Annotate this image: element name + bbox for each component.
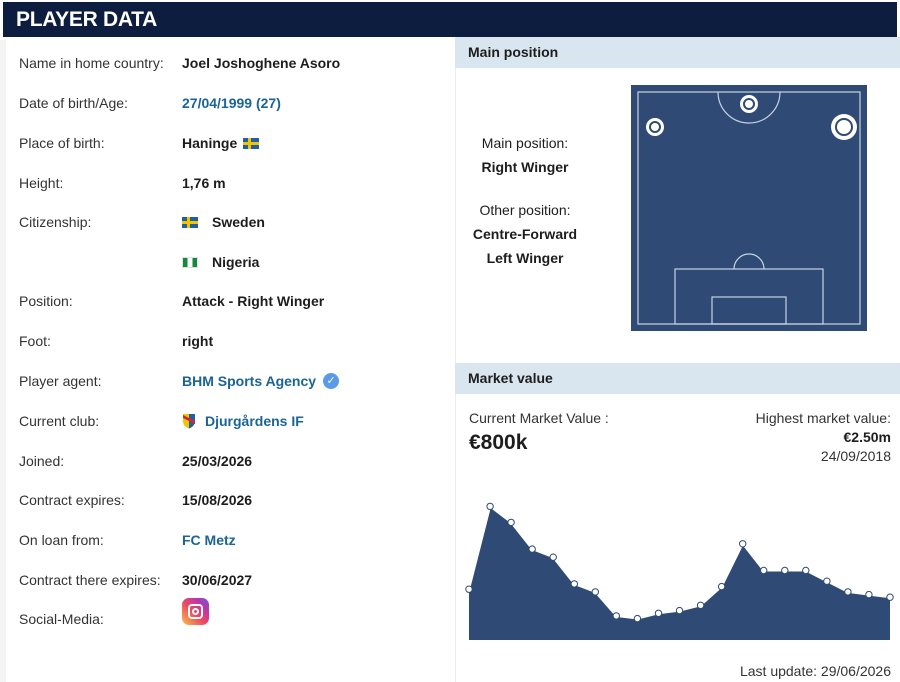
- market-value-point[interactable]: [654, 609, 663, 618]
- other-position-value-2: Left Winger: [486, 250, 564, 266]
- label-birth-place: Place of birth:: [19, 135, 105, 151]
- highest-market-value-label: Highest market value:: [755, 410, 891, 426]
- main-position-value: Right Winger: [481, 159, 569, 175]
- label-contract-there: Contract there expires:: [19, 572, 161, 588]
- sweden-flag-icon: [182, 216, 198, 228]
- djurgarden-crest-icon[interactable]: [182, 413, 196, 429]
- label-agent: Player agent:: [19, 373, 102, 389]
- value-height: 1,76 m: [182, 175, 226, 191]
- market-value-heading: Market value: [455, 363, 900, 394]
- value-citizenship-1: Sweden: [182, 212, 265, 232]
- highest-market-value-date: 24/09/2018: [820, 448, 891, 464]
- label-position: Position:: [19, 293, 73, 309]
- market-value-point[interactable]: [612, 612, 621, 620]
- value-citizenship-2: Nigeria: [182, 252, 259, 272]
- market-value-point[interactable]: [549, 553, 557, 561]
- market-value-point[interactable]: [570, 580, 579, 588]
- position-marker-left-winger: [646, 118, 664, 136]
- label-contract: Contract expires:: [19, 492, 125, 508]
- main-position-heading: Main position: [455, 37, 900, 68]
- market-value-point[interactable]: [823, 577, 831, 585]
- current-market-value-label: Current Market Value :: [469, 410, 609, 426]
- market-value-point[interactable]: [802, 566, 810, 575]
- value-home-name: Joel Joshoghene Asoro: [182, 55, 341, 71]
- label-foot: Foot:: [19, 333, 51, 349]
- market-value-point[interactable]: [486, 502, 494, 511]
- agent-link[interactable]: BHM Sports Agency: [182, 371, 316, 391]
- last-update-text: Last update: 29/06/2026: [739, 663, 891, 679]
- value-birth-date-link[interactable]: 27/04/1999 (27): [182, 93, 281, 113]
- label-social: Social-Media:: [19, 611, 104, 627]
- market-value-point[interactable]: [675, 606, 684, 615]
- market-value-point[interactable]: [760, 566, 768, 575]
- value-current-club: Djurgårdens IF: [182, 411, 304, 431]
- market-value-point[interactable]: [739, 540, 747, 548]
- verified-check-icon: ✓: [323, 373, 340, 389]
- pitch-background: [631, 85, 867, 331]
- market-value-point[interactable]: [781, 566, 789, 575]
- main-position-label: Main position:: [481, 135, 569, 151]
- label-loan: On loan from:: [19, 532, 104, 548]
- market-value-area: [469, 506, 890, 640]
- label-joined: Joined:: [19, 453, 65, 469]
- market-value-point[interactable]: [717, 582, 726, 591]
- market-value-point[interactable]: [465, 585, 473, 593]
- position-marker-right-winger: [831, 114, 857, 140]
- market-value-point[interactable]: [528, 545, 536, 553]
- current-club-link[interactable]: Djurgårdens IF: [205, 411, 304, 431]
- highest-market-value: €2.50m: [843, 429, 891, 445]
- position-marker-centre-forward: [740, 95, 758, 113]
- value-joined: 25/03/2026: [182, 453, 253, 469]
- value-birth-place: Haninge: [182, 133, 260, 153]
- citizenship-sweden: Sweden: [212, 214, 265, 230]
- market-value-point[interactable]: [696, 601, 705, 610]
- sweden-flag-icon: [243, 137, 260, 149]
- label-height: Height:: [19, 175, 64, 191]
- market-value-point[interactable]: [886, 593, 894, 601]
- value-position: Attack - Right Winger: [182, 293, 325, 309]
- nigeria-flag-icon: [182, 256, 198, 268]
- market-value-point[interactable]: [844, 588, 852, 596]
- value-agent: BHM Sports Agency ✓: [182, 371, 340, 391]
- other-position-label: Other position:: [479, 202, 571, 218]
- birth-place-text: Haninge: [182, 135, 238, 151]
- value-loan-club-link[interactable]: FC Metz: [182, 530, 236, 550]
- value-contract-there: 30/06/2027: [182, 572, 253, 588]
- market-value-point[interactable]: [633, 614, 642, 623]
- label-citizenship: Citizenship:: [19, 214, 92, 230]
- market-value-point[interactable]: [591, 588, 600, 596]
- other-position-value-1: Centre-Forward: [472, 226, 578, 242]
- label-home-name: Name in home country:: [19, 55, 164, 71]
- value-contract: 15/08/2026: [182, 492, 253, 508]
- citizenship-nigeria: Nigeria: [212, 254, 260, 270]
- current-market-value: €800k: [469, 431, 528, 454]
- instagram-icon[interactable]: [182, 598, 209, 625]
- market-value-point[interactable]: [865, 590, 873, 599]
- label-birth-date: Date of birth/Age:: [19, 95, 128, 111]
- market-value-point[interactable]: [507, 518, 515, 527]
- position-pitch: [631, 85, 867, 331]
- page-title: PLAYER DATA: [3, 2, 897, 37]
- value-foot: right: [182, 333, 214, 349]
- label-current-club: Current club:: [19, 413, 100, 429]
- market-value-chart: [465, 502, 894, 640]
